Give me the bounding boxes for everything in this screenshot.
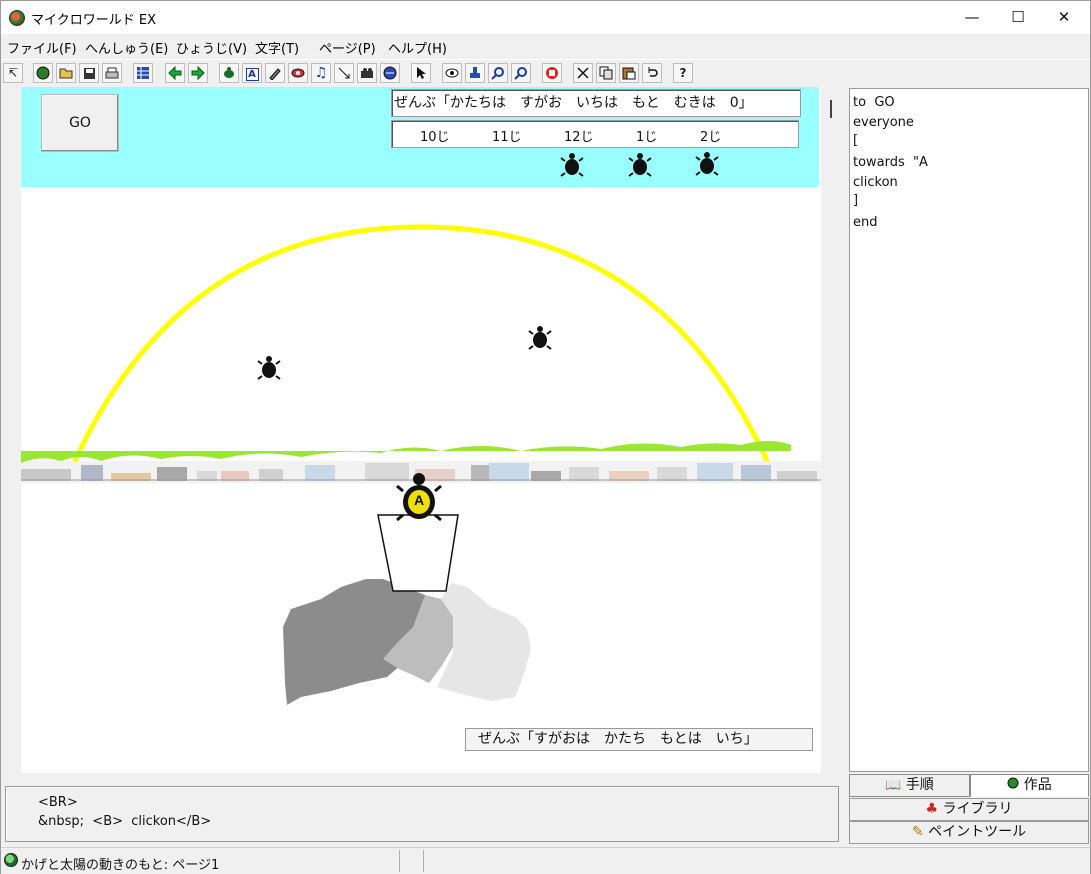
save-icon[interactable]	[79, 63, 99, 83]
select-arrow-icon[interactable]	[411, 63, 431, 83]
sun-path-arc	[70, 224, 772, 467]
code-line: end	[853, 215, 878, 230]
status-divider	[399, 850, 400, 872]
stop-hand-icon[interactable]	[542, 63, 562, 83]
minimize-button[interactable]: —	[949, 1, 995, 34]
library-icon: ♣	[925, 801, 939, 817]
menu-edit[interactable]: へんしゅう(E)	[85, 38, 168, 57]
cut-icon[interactable]	[573, 63, 593, 83]
copy-icon[interactable]	[596, 63, 616, 83]
tab-project[interactable]: 作品	[970, 774, 1089, 797]
code-line: everyone	[853, 115, 914, 130]
window-title: マイクロワールド EX	[31, 13, 156, 28]
back-arrow-icon[interactable]	[165, 63, 185, 83]
help-icon[interactable]: ?	[673, 63, 693, 83]
cup-shape	[377, 514, 459, 592]
panel-tabs: 📖 手順 作品	[849, 774, 1089, 797]
project-status-icon	[4, 853, 18, 867]
print-icon[interactable]	[102, 63, 122, 83]
app-logo-icon	[9, 10, 25, 26]
stamp-icon[interactable]	[465, 63, 485, 83]
camera-icon[interactable]	[357, 63, 377, 83]
book-icon: 📖	[885, 778, 902, 793]
music-icon[interactable]: ♫	[311, 63, 331, 83]
text-box-icon[interactable]: A	[242, 63, 262, 83]
turtle-icon	[628, 153, 652, 177]
status-divider	[423, 850, 424, 872]
tab-procedures-label: 手順	[905, 777, 934, 793]
toolbar: ↸ A ♫ ?	[1, 59, 1090, 85]
open-folder-icon[interactable]	[56, 63, 76, 83]
paint-tools-label: ペイントツール	[928, 824, 1027, 840]
code-line: clickon	[853, 175, 898, 190]
turtle-icon	[560, 153, 584, 177]
menu-view[interactable]: ひょうじ(V)	[176, 38, 247, 57]
turtle-icon	[528, 326, 552, 350]
code-line: [	[853, 133, 859, 148]
turtle-a-label: A	[413, 492, 425, 508]
zoom-out-icon[interactable]	[511, 63, 531, 83]
paintbrush-icon: ✎	[911, 824, 924, 840]
menu-page[interactable]: ページ(P)	[319, 38, 376, 57]
zoom-in-icon[interactable]	[488, 63, 508, 83]
turtle-icon	[257, 356, 281, 380]
globe-icon[interactable]	[33, 63, 53, 83]
html-editor[interactable]: <BR> &nbsp; <B> clickon</B>	[5, 786, 839, 842]
hint-textbox[interactable]: ぜんぶ「すがおは かたち もとは いち」	[465, 728, 813, 751]
library-button[interactable]: ♣ ライブラリ	[849, 798, 1089, 821]
code-line: to GO	[853, 95, 895, 110]
turtle-hatch-icon[interactable]	[219, 63, 239, 83]
code-line: towards "A	[853, 155, 928, 170]
menu-text[interactable]: 文字(T)	[255, 38, 299, 57]
paint-tools-button[interactable]: ✎ ペイントツール	[849, 821, 1089, 844]
scene-drawing	[21, 152, 821, 705]
editor-line: <BR>	[38, 795, 78, 810]
eye-icon[interactable]	[442, 63, 462, 83]
shape-tool-icon[interactable]	[334, 63, 354, 83]
menu-bar: ファイル(F) へんしゅう(E) ひょうじ(V) 文字(T) ページ(P) ヘル…	[1, 34, 1090, 58]
menu-file[interactable]: ファイル(F)	[7, 38, 77, 57]
grid-icon[interactable]	[133, 63, 153, 83]
undo-icon[interactable]	[642, 63, 662, 83]
library-label: ライブラリ	[942, 801, 1013, 817]
eye-mask-icon[interactable]	[288, 63, 308, 83]
title-bar: マイクロワールド EX — ☐ ✕	[1, 1, 1090, 34]
tab-procedures[interactable]: 📖 手順	[849, 774, 970, 797]
close-button[interactable]: ✕	[1041, 1, 1087, 34]
procedures-panel[interactable]: to GO everyone [ towards "A clickon ] en…	[849, 88, 1089, 772]
pointer-small-icon[interactable]: ↸	[3, 63, 23, 83]
maximize-button[interactable]: ☐	[995, 1, 1041, 34]
globe-tab-icon	[1007, 777, 1019, 793]
turtle-icon	[695, 152, 719, 176]
forward-arrow-icon[interactable]	[188, 63, 208, 83]
status-text: かげと太陽の動きのもと: ページ1	[21, 858, 220, 873]
app-window: マイクロワールド EX — ☐ ✕ ファイル(F) へんしゅう(E) ひょうじ(…	[0, 0, 1091, 874]
editor-line: &nbsp; <B> clickon</B>	[38, 814, 212, 829]
menu-help[interactable]: ヘルプ(H)	[388, 38, 447, 57]
canvas-scroll-marker	[830, 100, 832, 118]
tab-project-label: 作品	[1023, 777, 1052, 793]
paste-icon[interactable]	[619, 63, 639, 83]
status-bar: かげと太陽の動きのもと: ページ1	[1, 847, 1090, 874]
globe-media-icon[interactable]	[380, 63, 400, 83]
page-canvas[interactable]: GO ぜんぶ「かたちは すがお いちは もと むきは 0」 10じ 11じ 12…	[21, 87, 821, 773]
code-line: ]	[853, 193, 859, 208]
paint-tool-icon[interactable]	[265, 63, 285, 83]
